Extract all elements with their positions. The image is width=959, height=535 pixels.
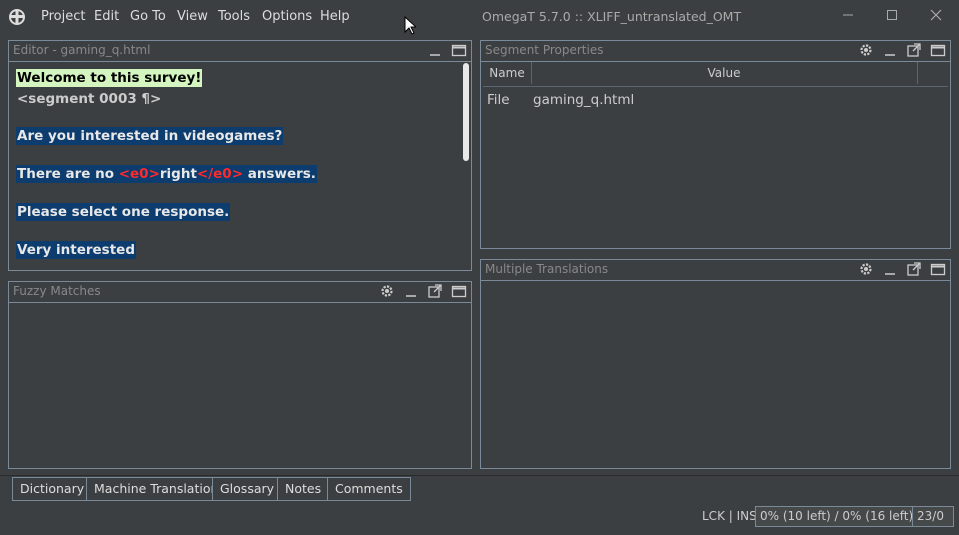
source-segment[interactable]: Please select one response.	[16, 203, 231, 221]
menu-tools[interactable]: Tools	[218, 9, 250, 24]
fuzzy-title: Fuzzy Matches	[13, 284, 101, 298]
close-icon	[930, 9, 942, 21]
multi-header: Multiple Translations	[481, 260, 950, 281]
props-header: Segment Properties	[481, 41, 950, 62]
maximize-pane-icon[interactable]	[451, 42, 467, 58]
tab-glossary[interactable]: Glossary	[212, 477, 283, 501]
undock-icon[interactable]	[906, 261, 922, 277]
source-segment[interactable]: There are no <e0>right</e0> answers.	[16, 165, 317, 183]
column-header-name[interactable]: Name	[483, 62, 532, 84]
maximize-pane-icon[interactable]	[930, 261, 946, 277]
gear-icon[interactable]	[858, 261, 874, 277]
gear-icon[interactable]	[379, 283, 395, 299]
edit-mode-status: LCK | INS	[702, 509, 757, 523]
segment-counter: 23/0	[912, 506, 954, 527]
source-segment[interactable]: Are you interested in videogames?	[16, 127, 284, 145]
property-value: gaming_q.html	[533, 92, 635, 108]
inline-tag: <e0>	[118, 166, 160, 182]
maximize-pane-icon[interactable]	[451, 283, 467, 299]
segment-text: There are no	[17, 166, 119, 182]
minimize-pane-icon[interactable]	[882, 42, 898, 58]
tab-comments[interactable]: Comments	[327, 477, 411, 501]
maximize-icon	[887, 10, 897, 20]
tab-machine-translation[interactable]: Machine Translation	[86, 477, 227, 501]
divider	[0, 475, 959, 476]
segment-text: answers.	[243, 166, 316, 182]
column-header-value[interactable]: Value	[531, 62, 918, 84]
menu-help[interactable]: Help	[320, 9, 350, 24]
segment-properties-pane: Segment Properties Name Value File gamin…	[480, 40, 951, 249]
fuzzy-matches-pane: Fuzzy Matches	[8, 281, 472, 469]
mouse-cursor-icon	[404, 16, 416, 35]
multiple-translations-pane: Multiple Translations	[480, 259, 951, 469]
props-table-header: Name Value	[483, 62, 948, 87]
minimize-pane-icon[interactable]	[427, 42, 443, 58]
property-name: File	[487, 92, 510, 108]
undock-icon[interactable]	[906, 42, 922, 58]
editor-pane: Editor - gaming_q.html Welcome to this s…	[8, 40, 472, 271]
progress-status: 0% (10 left) / 0% (16 left), 17	[755, 506, 919, 527]
minimize-pane-icon[interactable]	[882, 261, 898, 277]
status-area: 0% (10 left) / 0% (16 left), 17 23/0	[755, 506, 955, 527]
inline-tag: </e0>	[196, 166, 244, 182]
segment-text: right	[159, 166, 197, 182]
editor-header: Editor - gaming_q.html	[9, 41, 471, 62]
editor-title: Editor - gaming_q.html	[13, 43, 151, 57]
tab-notes[interactable]: Notes	[277, 477, 330, 501]
source-segment[interactable]: Very interested	[16, 241, 136, 259]
editor-scrollbar-thumb[interactable]	[463, 63, 469, 161]
close-window-button[interactable]	[924, 6, 948, 26]
menu-go-to[interactable]: Go To	[130, 9, 166, 24]
props-title: Segment Properties	[485, 43, 604, 57]
minimize-pane-icon[interactable]	[403, 283, 419, 299]
multi-title: Multiple Translations	[485, 262, 609, 276]
title-bar: Project Edit Go To View Tools Options He…	[0, 0, 959, 35]
omegat-logo-icon[interactable]	[8, 8, 26, 26]
window-title: OmegaT 5.7.0 :: XLIFF_untranslated_OMT	[482, 9, 742, 24]
gear-icon[interactable]	[858, 42, 874, 58]
segment-marker: <segment 0003 ¶>	[17, 91, 162, 107]
menu-project[interactable]: Project	[41, 9, 85, 24]
active-segment[interactable]: Welcome to this survey!	[16, 69, 203, 87]
minimize-window-button[interactable]	[836, 6, 860, 26]
minimize-icon	[843, 14, 853, 16]
menu-view[interactable]: View	[177, 9, 208, 24]
tab-dictionary[interactable]: Dictionary	[12, 477, 93, 501]
menu-edit[interactable]: Edit	[94, 9, 119, 24]
fuzzy-header: Fuzzy Matches	[9, 282, 471, 303]
undock-icon[interactable]	[427, 283, 443, 299]
table-row[interactable]: File gaming_q.html	[481, 87, 950, 111]
menu-options[interactable]: Options	[262, 9, 312, 24]
maximize-window-button[interactable]	[880, 6, 904, 26]
maximize-pane-icon[interactable]	[930, 42, 946, 58]
